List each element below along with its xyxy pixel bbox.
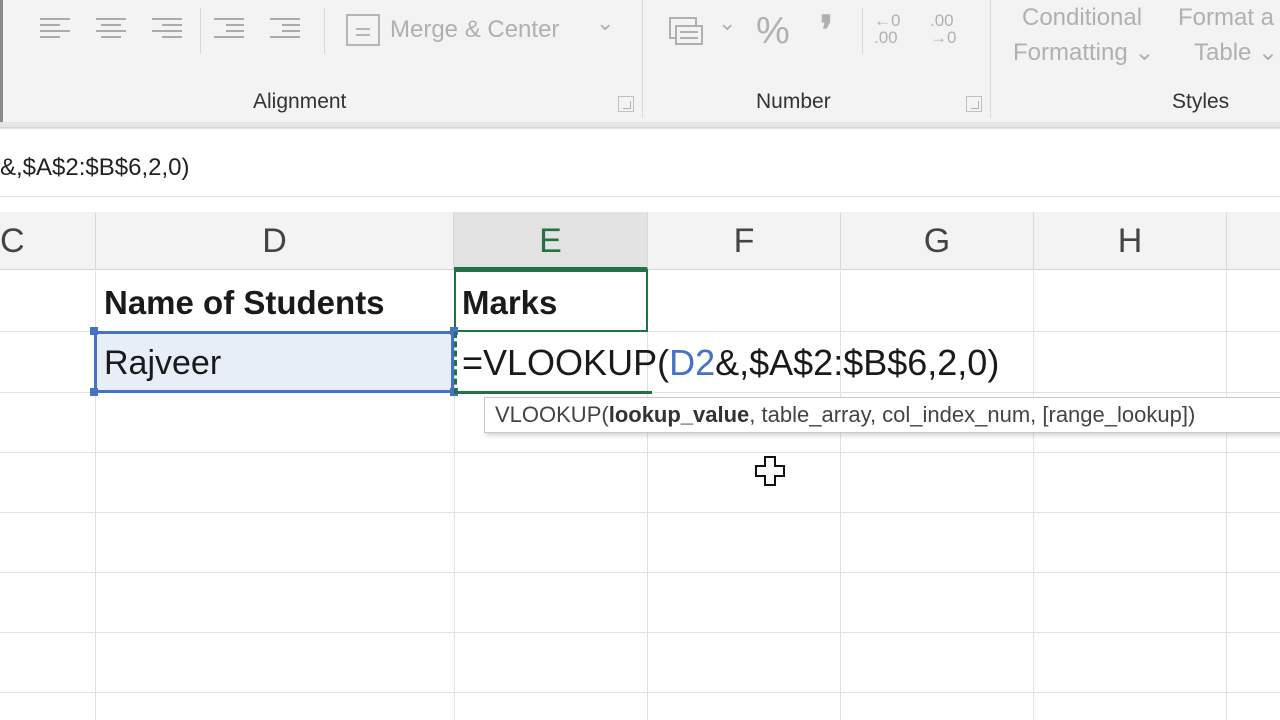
comma-style-button[interactable]: ❜ [820, 8, 833, 54]
format-as-table-button[interactable]: Table ⌄ [1194, 38, 1278, 67]
tooltip-function[interactable]: VLOOKUP( [495, 402, 609, 427]
dialog-launcher-icon[interactable] [618, 96, 634, 112]
cell-cursor-icon [755, 456, 785, 486]
group-label-number: Number [756, 90, 831, 113]
percent-style-button[interactable]: % [756, 10, 790, 53]
format-as-table-label[interactable]: Format a [1178, 4, 1274, 32]
grid-line [0, 692, 1280, 693]
grid-line [1226, 271, 1227, 720]
grid-line [0, 572, 1280, 573]
column-header-i[interactable] [1227, 212, 1280, 270]
formula-suffix: &,$A$2:$B$6,2,0) [715, 342, 1000, 383]
dialog-launcher-icon[interactable] [966, 96, 982, 112]
formula-bar-text[interactable]: &,$A$2:$B$6,2,0) [0, 154, 189, 182]
align-right-icon[interactable] [152, 14, 184, 44]
align-left-icon[interactable] [40, 14, 72, 44]
chevron-down-icon[interactable]: ⌄ [596, 10, 614, 36]
column-header-d[interactable]: D [96, 212, 454, 270]
grid-line [0, 452, 1280, 453]
conditional-formatting-label[interactable]: Conditional [1022, 4, 1142, 32]
increase-indent-icon[interactable] [270, 14, 302, 44]
ribbon: Merge & Center ⌄ Alignment ⌄ % ❜ ←0 .00 … [0, 0, 1280, 128]
group-separator [642, 0, 643, 118]
divider [200, 8, 201, 54]
function-tooltip[interactable]: VLOOKUP(lookup_value, table_array, col_i… [484, 397, 1280, 433]
column-header-f[interactable]: F [648, 212, 841, 270]
cell-e1[interactable]: Marks [462, 284, 557, 322]
tooltip-arg-lookup-value[interactable]: lookup_value [609, 402, 750, 427]
align-center-icon[interactable] [96, 14, 128, 44]
grid-line [1033, 271, 1034, 720]
merge-center-icon[interactable] [346, 14, 380, 46]
group-label-alignment: Alignment [253, 90, 347, 113]
cell-d1[interactable]: Name of Students [104, 284, 385, 322]
range-handle[interactable] [90, 388, 98, 396]
grid-line [0, 512, 1280, 513]
grid-line [840, 271, 841, 720]
cell-d2[interactable]: Rajveer [104, 344, 221, 383]
group-separator [990, 0, 991, 118]
formula-prefix: =VLOOKUP( [462, 342, 670, 383]
formula-bar-gap [0, 196, 1280, 212]
column-header-e[interactable]: E [454, 212, 648, 270]
ribbon-edge [0, 0, 3, 128]
group-label-styles: Styles [1172, 90, 1230, 113]
range-handle[interactable] [90, 327, 98, 335]
cell-e2-formula[interactable]: =VLOOKUP(D2&,$A$2:$B$6,2,0) [462, 342, 999, 384]
column-header-h[interactable]: H [1034, 212, 1227, 270]
decrease-indent-icon[interactable] [214, 14, 246, 44]
decrease-decimal-button[interactable]: .00 →0 [930, 12, 956, 46]
divider [862, 8, 863, 54]
formula-ref-d2: D2 [669, 342, 716, 383]
accounting-format-icon[interactable] [668, 14, 706, 48]
tooltip-args: , table_array, col_index_num, [range_loo… [749, 402, 1196, 427]
merge-center-button[interactable]: Merge & Center [390, 16, 559, 44]
divider [324, 8, 325, 54]
formula-bar[interactable] [0, 128, 1280, 198]
grid-line [0, 632, 1280, 633]
column-header-g[interactable]: G [841, 212, 1034, 270]
increase-decimal-button[interactable]: ←0 .00 [874, 12, 900, 46]
chevron-down-icon[interactable]: ⌄ [718, 10, 736, 36]
column-header-c[interactable]: C [0, 212, 96, 270]
conditional-formatting-button[interactable]: Formatting ⌄ [1013, 38, 1154, 67]
